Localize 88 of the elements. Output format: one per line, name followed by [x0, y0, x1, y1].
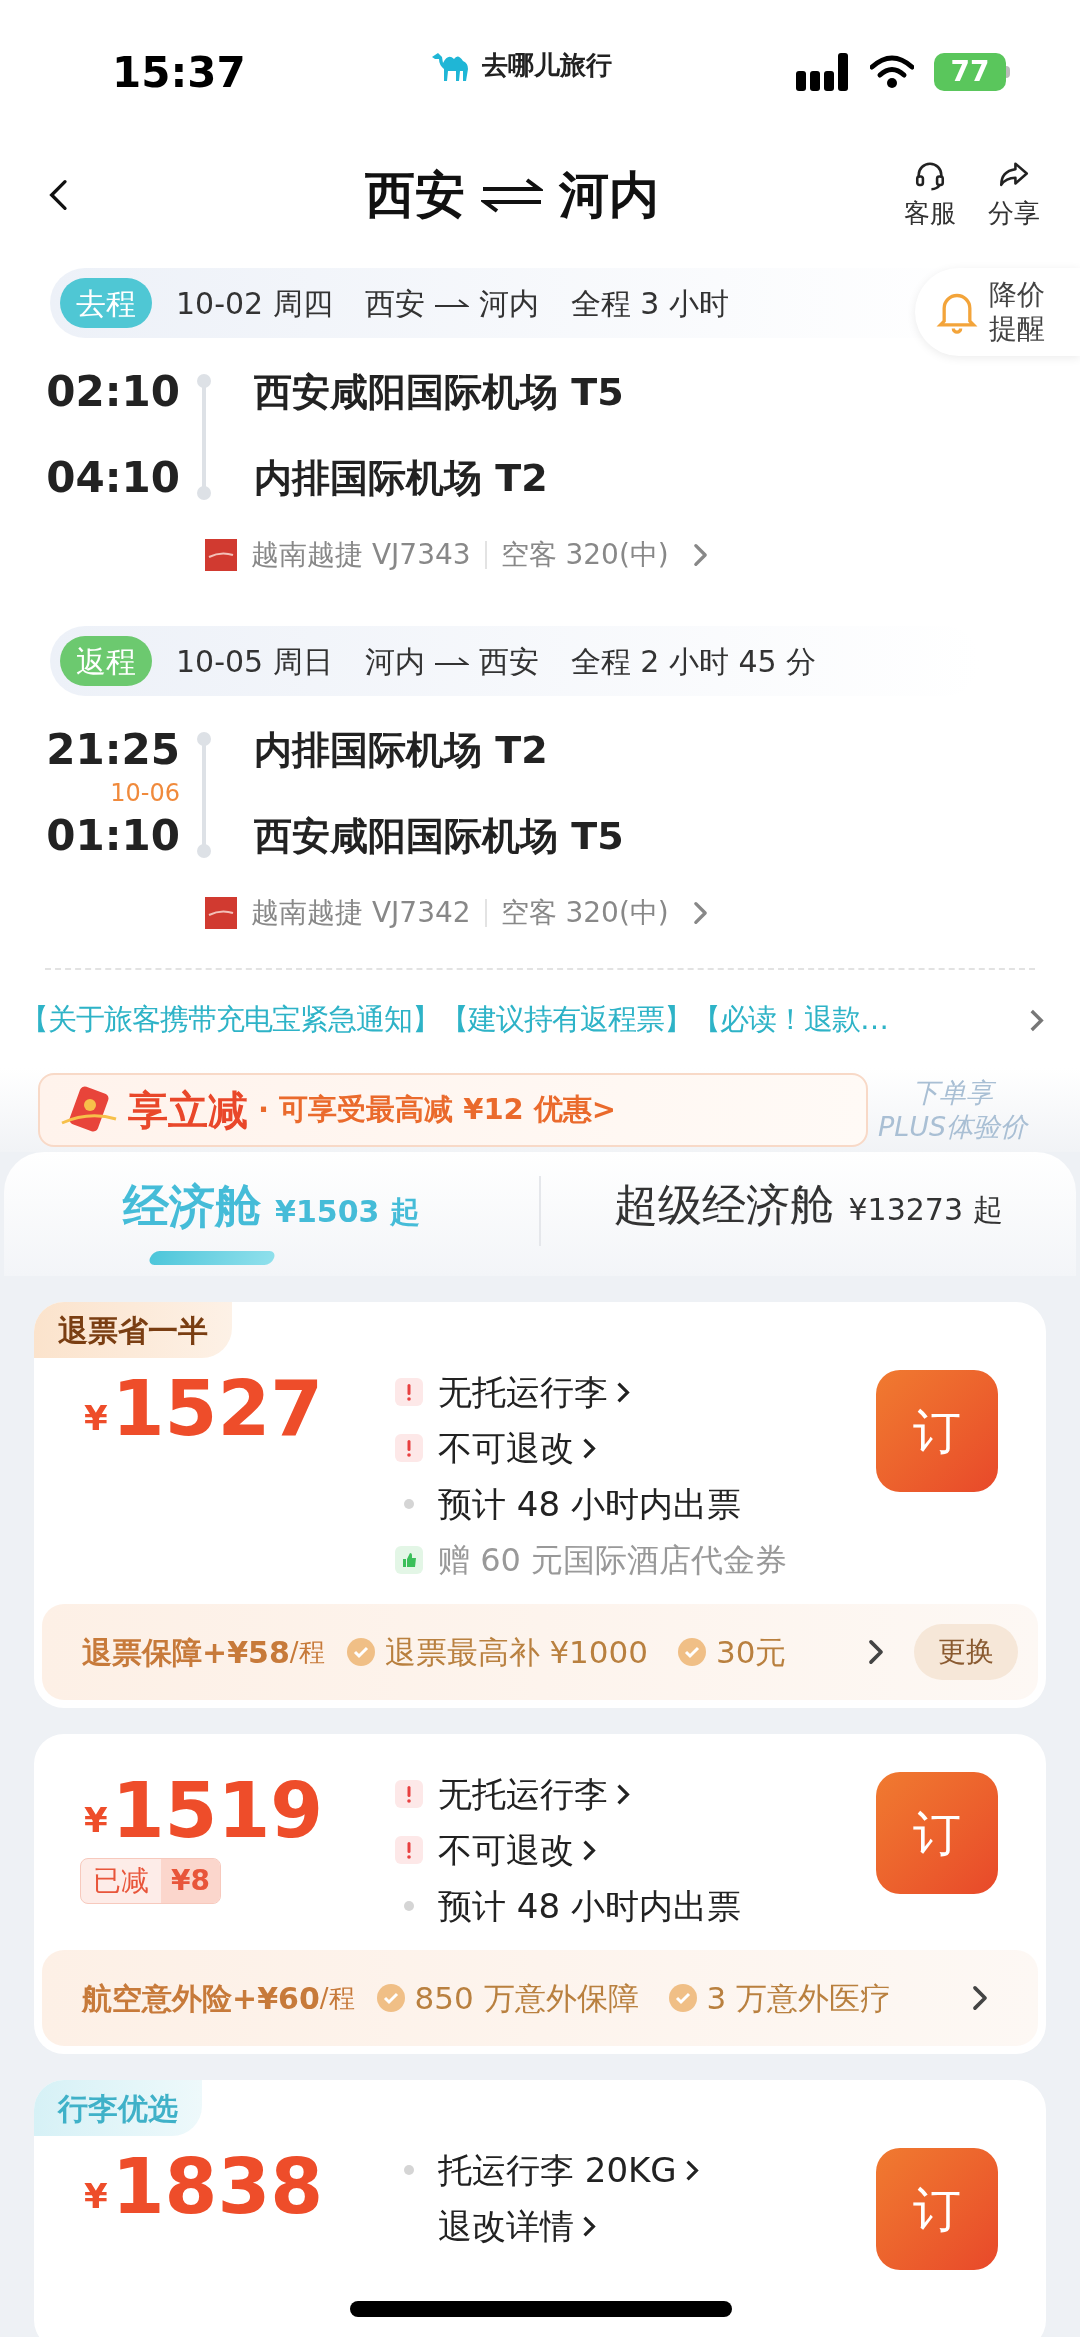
cabin-tab[interactable]: 超级经济舱 ¥13273 起: [541, 1172, 1076, 1276]
bullet-icon: [404, 2165, 414, 2175]
feature-link[interactable]: 无托运行李: [438, 1366, 630, 1418]
discount-badge: 已减 ¥8: [80, 1858, 221, 1904]
airline-logo-icon: [205, 897, 237, 929]
currency-symbol: ¥: [84, 1799, 108, 1842]
feature-link[interactable]: 托运行李 20KG: [438, 2144, 699, 2196]
bullet-icon: [404, 1499, 414, 1509]
signal-icon: [796, 53, 850, 91]
app-name: 去哪儿旅行: [481, 48, 612, 82]
chevron-icon: [868, 1639, 884, 1665]
trip-tag: 返程: [60, 636, 152, 686]
fare-price: 1527: [111, 1364, 324, 1454]
airline-logo-icon: [205, 539, 237, 571]
warning-icon: [395, 1836, 423, 1864]
trip-date: 10-05 周日: [176, 642, 333, 681]
chevron-icon: [582, 1838, 596, 1862]
thumbs-up-icon: [395, 1546, 423, 1574]
warning-icon: [395, 1378, 423, 1406]
chevron-icon: [684, 2158, 699, 2182]
chevron-icon: [616, 1782, 630, 1806]
promo-banner[interactable]: 享立减 · 可享受最高减 ¥12 优惠>: [38, 1073, 868, 1147]
trip-tag: 去程: [60, 278, 152, 328]
route-origin: 西安: [364, 284, 425, 323]
route-destination: 西安: [478, 642, 539, 681]
chevron-icon: [692, 543, 708, 567]
insurance-unit: /程: [319, 1981, 355, 2015]
flight-number: 越南越捷 VJ7342: [251, 895, 471, 931]
fare-price: 1519: [111, 1766, 324, 1856]
chevron-icon: [616, 1380, 630, 1404]
chevron-icon: [972, 1985, 988, 2011]
plus-price-note: 下单享 PLUS体验价: [878, 1076, 1028, 1144]
share-button[interactable]: 分享: [988, 157, 1040, 233]
arrival-date: 10-06: [110, 780, 180, 806]
insurance-benefit: 退票最高补 ¥1000: [384, 1632, 648, 1672]
change-button[interactable]: 更换: [914, 1624, 1018, 1680]
trip-duration: 全程 2 小时 45 分: [570, 642, 817, 681]
chevron-icon: [1029, 1007, 1044, 1033]
fare-tag: 退票省一半: [34, 1302, 232, 1358]
bullet-icon: [404, 1901, 414, 1911]
chevron-icon: [582, 2214, 596, 2238]
route-origin: 河内: [364, 642, 425, 681]
currency-symbol: ¥: [84, 2175, 108, 2218]
chevron-icon: [582, 1436, 596, 1460]
trip-duration: 全程 3 小时: [570, 284, 729, 323]
fare-price: 1838: [111, 2142, 324, 2232]
arrival-airport: 内排国际机场 T2: [254, 455, 548, 502]
feature-link[interactable]: 不可退改: [438, 1824, 596, 1876]
flight-number: 越南越捷 VJ7343: [251, 537, 471, 573]
fare-tag: 行李优选: [34, 2080, 202, 2136]
arrival-airport: 西安咸阳国际机场 T5: [254, 813, 624, 860]
insurance-benefit: 850 万意外保障: [414, 1978, 639, 2018]
feature-link[interactable]: 无托运行李: [438, 1768, 630, 1820]
aircraft-type: 空客 320(中): [500, 895, 669, 931]
insurance-title: 退票保障+¥58: [82, 1633, 290, 1672]
route-destination: 河内: [478, 284, 539, 323]
arrival-time: 01:10: [46, 810, 180, 862]
origin-city: 西安: [365, 164, 465, 226]
check-icon: [346, 1638, 375, 1666]
check-icon: [678, 1638, 706, 1666]
insurance-benefit: 3 万意外医疗: [706, 1978, 892, 2018]
insurance-row[interactable]: 退票保障+¥58/程 退票最高补 ¥1000 30元 更换: [42, 1604, 1038, 1700]
feature-link[interactable]: 退改详情: [438, 2200, 596, 2252]
departure-airport: 内排国际机场 T2: [254, 727, 549, 774]
feature-text: 预计 48 小时内出票: [438, 1884, 741, 1928]
insurance-title: 航空意外险+¥60: [82, 1979, 320, 2018]
warning-icon: [395, 1780, 423, 1808]
aircraft-type: 空客 320(中): [500, 537, 669, 573]
currency-symbol: ¥: [84, 1397, 108, 1440]
feature-text: 赠 60 元国际酒店代金券: [438, 1540, 788, 1581]
departure-time: 21:25: [46, 724, 180, 776]
feature-link[interactable]: 不可退改: [438, 1422, 596, 1474]
arrival-time: 04:10: [46, 452, 180, 504]
warning-icon: [395, 1434, 423, 1462]
price-alert-button[interactable]: 降价 提醒: [915, 268, 1080, 356]
chevron-icon: [692, 901, 708, 925]
departure-airport: 西安咸阳国际机场 T5: [254, 369, 624, 416]
wifi-icon: [870, 55, 914, 89]
customer-service-button[interactable]: 客服: [904, 157, 956, 233]
insurance-unit: /程: [289, 1635, 325, 1669]
insurance-benefit: 30元: [716, 1632, 787, 1672]
trip-date: 10-02 周四: [176, 284, 333, 323]
destination-city: 河内: [559, 164, 659, 226]
check-icon: [376, 1984, 405, 2012]
status-time: 15:37: [112, 46, 246, 99]
departure-time: 02:10: [46, 366, 180, 418]
check-icon: [668, 1984, 697, 2012]
feature-text: 预计 48 小时内出票: [438, 1482, 741, 1526]
